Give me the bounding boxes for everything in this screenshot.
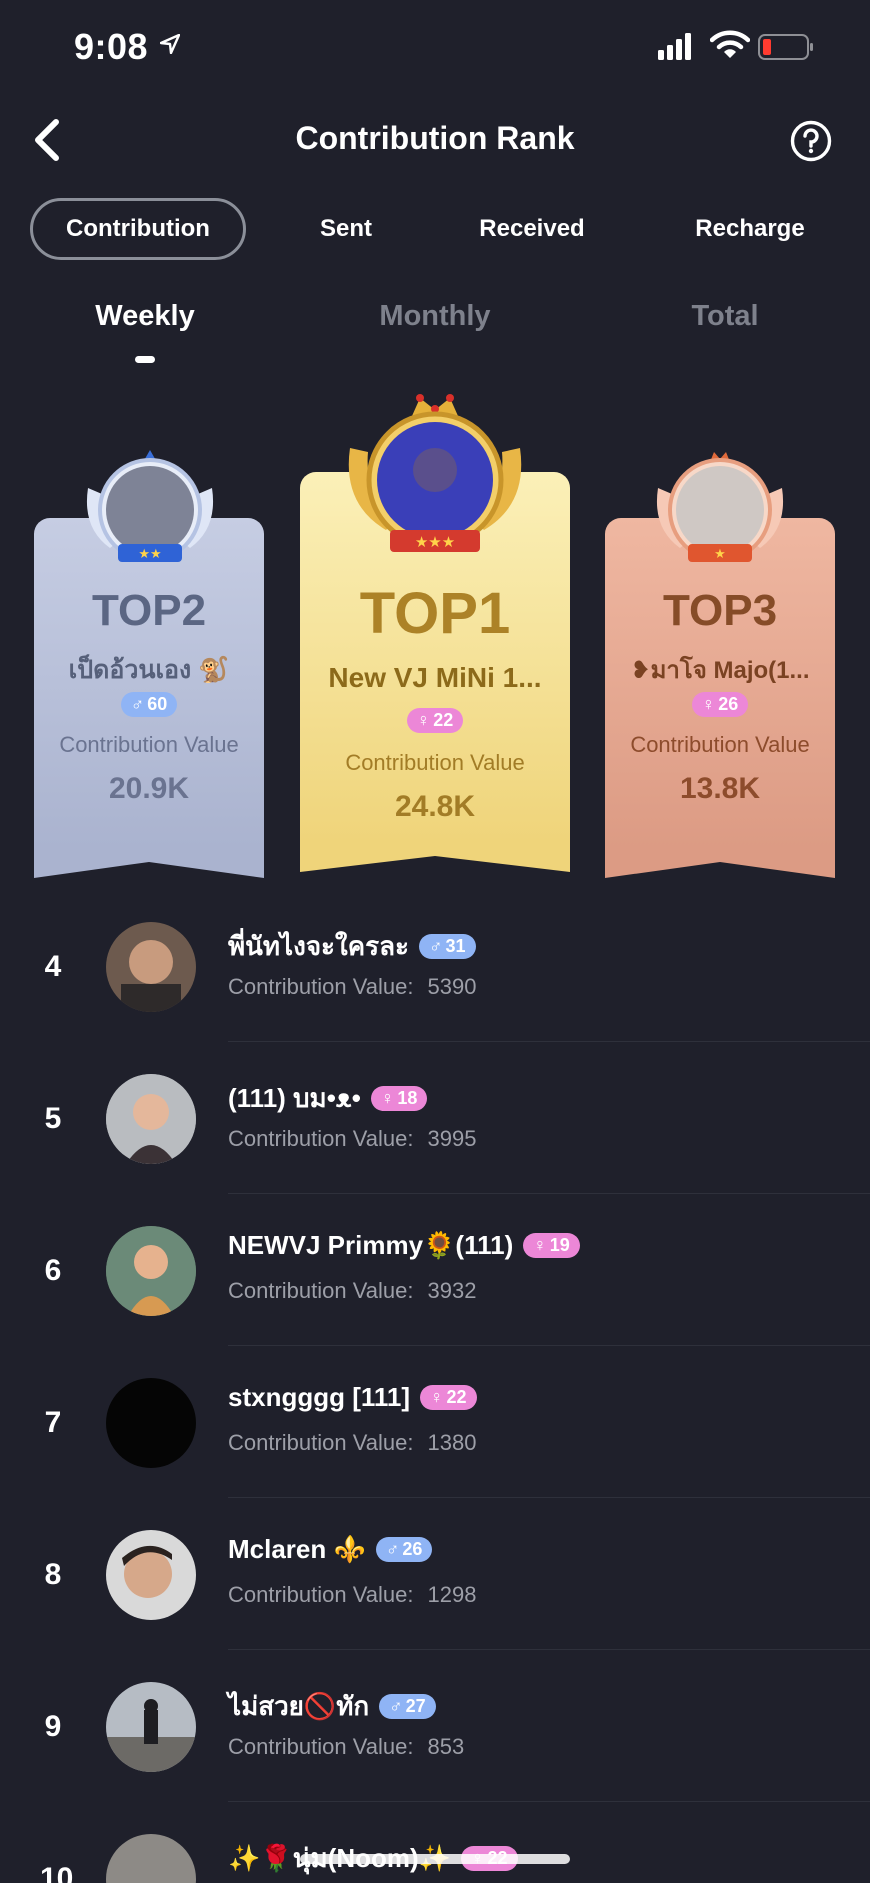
top1-avatar-frame[interactable]: ★★★ — [340, 392, 530, 562]
gender-level-badge: ♂ 31 — [418, 934, 476, 959]
top1-value-label: Contribution Value — [345, 750, 525, 775]
top2-avatar-frame[interactable]: ★★ — [80, 448, 220, 573]
avatar[interactable] — [106, 1378, 196, 1468]
list-item[interactable]: 6 NEWVJ Primmy🌻(111) ♀ 19 Contribution Val… — [0, 1194, 870, 1346]
top1-label: TOP1 — [359, 581, 511, 646]
tab-contribution[interactable]: Contribution — [30, 198, 246, 260]
gender-level-badge: ♀ 19 — [523, 1233, 580, 1258]
status-time: 9:08 — [74, 26, 149, 67]
rank-number: 4 — [44, 950, 62, 983]
top2-value: 20.9K — [108, 772, 190, 805]
top3-value-label: Contribution Value — [630, 732, 810, 757]
user-name: พี่นัทไงจะใครละ ♂ 31 — [228, 926, 476, 967]
location-arrow-icon — [160, 34, 180, 54]
gender-level-badge: ♀ 18 — [370, 1086, 428, 1111]
period-weekly[interactable]: Weekly — [70, 300, 220, 333]
user-name: NEWVJ Primmy🌻(111) ♀ 19 — [228, 1230, 580, 1261]
page-title: Contribution Rank — [295, 120, 575, 156]
gender-level-badge: ♂ 26 — [375, 1537, 433, 1562]
tab-sent[interactable]: Sent — [290, 198, 402, 260]
rank-number: 10 — [40, 1862, 74, 1883]
top3-value: 13.8K — [679, 772, 761, 805]
top1-value: 24.8K — [394, 790, 476, 823]
rank-number: 9 — [44, 1710, 62, 1743]
contribution-value: Contribution Value: 3932 — [228, 1278, 477, 1303]
user-name: (111) บม•ᴥ• ♀ 18 — [228, 1078, 428, 1119]
user-name: stxngggg [111] ♀ 22 — [228, 1382, 477, 1413]
avatar[interactable] — [106, 1682, 196, 1772]
contribution-value: Contribution Value: 1298 — [228, 1582, 477, 1607]
avatar[interactable] — [106, 1226, 196, 1316]
rank-number: 7 — [44, 1406, 62, 1439]
svg-text:★: ★ — [714, 546, 726, 561]
avatar[interactable] — [106, 1834, 196, 1883]
list-item[interactable]: 8 Mclaren ⚜️ ♂ 26 Contribution Value: 1298 — [0, 1498, 870, 1650]
battery-low-icon — [758, 34, 813, 60]
user-name: ไม่สวย🚫ทัก ♂ 27 — [228, 1686, 436, 1727]
avatar[interactable] — [106, 1530, 196, 1620]
list-item[interactable]: 5 (111) บม•ᴥ• ♀ 18 Contribution Value: 3995 — [0, 1042, 870, 1194]
top3-gender-level-badge: ♀ 26 — [691, 692, 749, 717]
avatar[interactable] — [106, 1074, 196, 1164]
help-icon[interactable] — [790, 120, 832, 162]
list-item[interactable]: 4 พี่นัทไงจะใครละ ♂ 31 Contribution Value:… — [0, 890, 870, 1042]
top2-label: TOP2 — [91, 586, 207, 635]
list-item[interactable]: 10 ✨🌹นุ่ม(Noom)✨♀22 — [0, 1802, 870, 1883]
gender-level-badge: ♀22 — [420, 1385, 477, 1410]
wifi-icon — [710, 30, 750, 58]
tab-recharge[interactable]: Recharge — [678, 198, 822, 260]
period-active-indicator — [135, 356, 155, 363]
list-item[interactable]: 9 ไม่สวย🚫ทัก ♂ 27 Contribution Value: 853 — [0, 1650, 870, 1802]
contribution-value: Contribution Value: 5390 — [228, 974, 477, 999]
top1-gender-level-badge: ♀ 22 — [406, 708, 464, 733]
contribution-value: Contribution Value: 1380 — [228, 1430, 477, 1455]
rank-number: 8 — [44, 1558, 62, 1591]
rank-number: 5 — [44, 1102, 62, 1135]
contribution-value: Contribution Value: 3995 — [228, 1126, 477, 1151]
period-total[interactable]: Total — [650, 300, 800, 333]
svg-text:★★★: ★★★ — [415, 534, 455, 551]
top2-name: เป็ดอ้วนเอง 🐒 — [68, 656, 230, 684]
home-indicator — [300, 1854, 570, 1864]
top3-label: TOP3 — [662, 586, 778, 635]
top3-name: ❥มาโจ Majo(1... — [630, 657, 810, 684]
svg-text:★★: ★★ — [138, 546, 161, 561]
top1-name: New VJ MiNi 1... — [328, 662, 542, 693]
top2-gender-level-badge: ♂ 60 — [120, 692, 178, 717]
gender-level-badge: ♂ 27 — [379, 1694, 436, 1719]
avatar[interactable] — [106, 922, 196, 1012]
rank-number: 6 — [44, 1254, 62, 1287]
top2-value-label: Contribution Value — [59, 732, 239, 757]
top3-avatar-frame[interactable]: ★ — [650, 448, 790, 573]
period-monthly[interactable]: Monthly — [360, 300, 510, 333]
user-name: Mclaren ⚜️ ♂ 26 — [228, 1534, 433, 1565]
cellular-signal-icon — [658, 33, 691, 60]
tab-received[interactable]: Received — [462, 198, 602, 260]
list-item[interactable]: 7 stxngggg [111] ♀ 22 Contribution Value: 1… — [0, 1346, 870, 1498]
contribution-value: Contribution Value: 853 — [228, 1734, 465, 1759]
